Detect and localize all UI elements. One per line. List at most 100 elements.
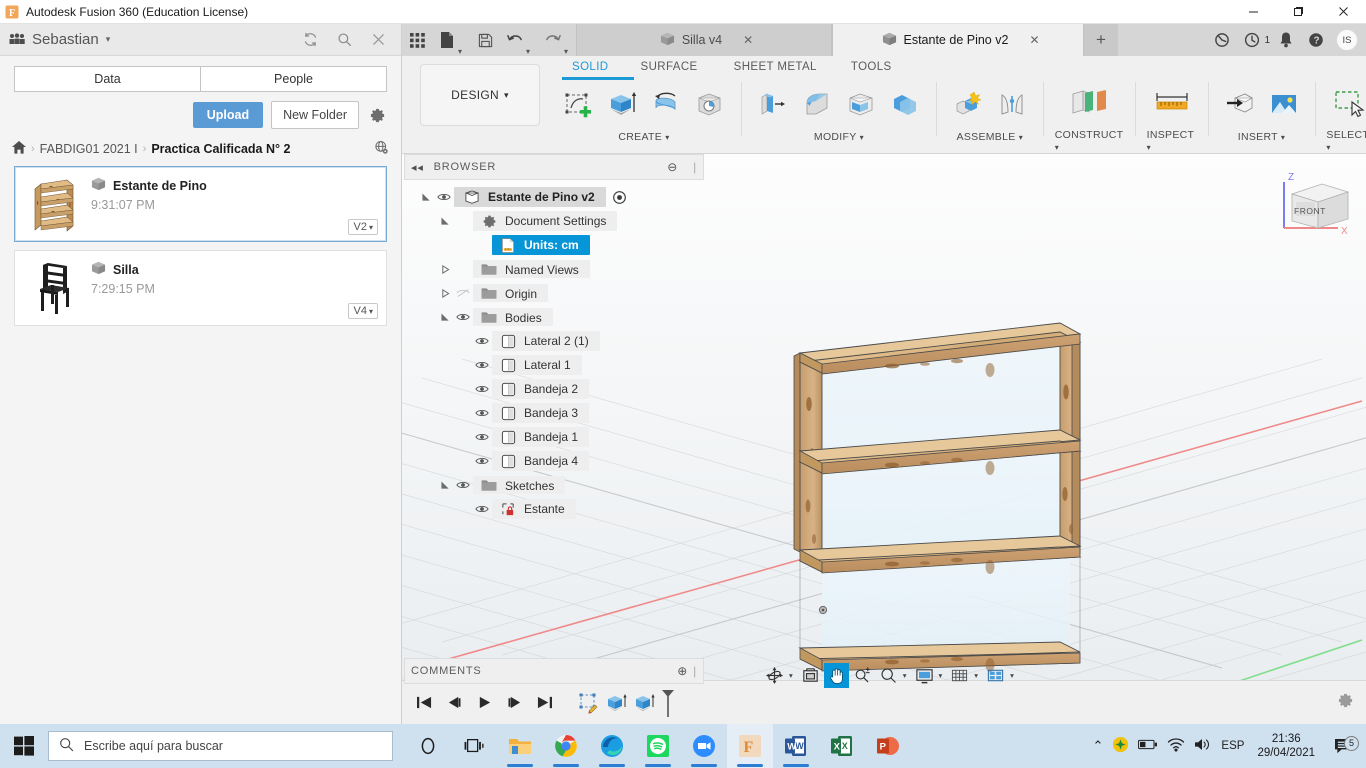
play-icon[interactable] xyxy=(470,689,498,717)
browser-tree-item-estante-de-pino-v2[interactable]: Estante de Pino v2 xyxy=(404,185,704,209)
extrude-icon[interactable] xyxy=(602,84,642,126)
expand-triangle-icon[interactable] xyxy=(437,312,453,322)
visibility-on-icon[interactable] xyxy=(472,384,492,394)
minimize-browser-icon[interactable]: ⊖ xyxy=(667,160,678,174)
gear-icon[interactable] xyxy=(367,107,387,124)
excel-icon[interactable]: X X xyxy=(819,724,865,768)
ribbon-group-label[interactable]: INSPECT ▾ xyxy=(1147,124,1197,153)
zoom-icon[interactable] xyxy=(850,663,875,688)
visibility-on-icon[interactable] xyxy=(472,360,492,370)
wifi-icon[interactable] xyxy=(1167,737,1185,755)
tab-data[interactable]: Data xyxy=(14,66,200,92)
taskbar-search[interactable]: Escribe aquí para buscar xyxy=(48,731,393,761)
comments-resize-grip[interactable]: | xyxy=(693,664,697,678)
collapse-triangle-icon[interactable] xyxy=(437,288,453,298)
job-status-icon[interactable] xyxy=(1208,24,1236,56)
cortana-icon[interactable] xyxy=(405,724,451,768)
look-at-icon[interactable] xyxy=(798,663,823,688)
close-icon[interactable]: ✕ xyxy=(1029,33,1039,47)
maximize-button[interactable] xyxy=(1276,0,1321,24)
browser-resize-grip[interactable]: | xyxy=(693,160,697,174)
browser-tree-item-bodies[interactable]: Bodies xyxy=(404,305,704,329)
spotify-icon[interactable] xyxy=(635,724,681,768)
display-settings-icon[interactable] xyxy=(912,663,937,688)
chevron-down-icon[interactable]: ▾ xyxy=(902,671,911,680)
new-document-tab-button[interactable]: + xyxy=(1084,24,1118,56)
visibility-on-icon[interactable] xyxy=(453,480,473,490)
revolve-icon[interactable] xyxy=(646,84,686,126)
view-cube[interactable]: Z X FRONT xyxy=(1272,166,1358,250)
team-name[interactable]: Sebastian xyxy=(28,31,99,48)
visibility-on-icon[interactable] xyxy=(472,504,492,514)
show-hidden-icons-icon[interactable]: ⌃ xyxy=(1093,738,1104,754)
volume-icon[interactable] xyxy=(1194,737,1212,755)
powerpoint-icon[interactable]: P xyxy=(865,724,911,768)
add-comment-icon[interactable]: ⊕ xyxy=(677,664,688,678)
browser-tree-item-named-views[interactable]: Named Views xyxy=(404,257,704,281)
go-to-end-icon[interactable] xyxy=(530,689,558,717)
chevron-down-icon[interactable]: ▾ xyxy=(973,671,982,680)
chevron-down-icon[interactable]: ▾ xyxy=(938,671,947,680)
windows-start-icon[interactable] xyxy=(0,724,48,768)
ribbon-tab-tools[interactable]: TOOLS xyxy=(841,61,902,73)
chevron-down-icon[interactable]: ▾ xyxy=(526,47,538,56)
viewports-icon[interactable] xyxy=(983,663,1008,688)
breadcrumb-current-folder[interactable]: Practica Calificada N° 2 xyxy=(151,142,290,156)
ribbon-group-label[interactable]: ASSEMBLE ▾ xyxy=(957,126,1024,143)
browser-tree-item-bandeja-3[interactable]: Bandeja 3 xyxy=(404,401,704,425)
expand-triangle-icon[interactable] xyxy=(437,480,453,490)
file-explorer-icon[interactable] xyxy=(497,724,543,768)
notification-center-icon[interactable]: 5 xyxy=(1328,735,1359,755)
combine-icon[interactable] xyxy=(885,84,925,126)
extrude-feature-icon[interactable] xyxy=(604,689,630,717)
browser-tree-item-bandeja-1[interactable]: Bandeja 1 xyxy=(404,425,704,449)
gear-icon[interactable] xyxy=(1337,692,1354,714)
workspace-switcher[interactable]: DESIGN ▾ xyxy=(420,64,540,126)
joint-icon[interactable] xyxy=(992,84,1032,126)
close-panel-icon[interactable] xyxy=(361,24,395,56)
close-icon[interactable]: ✕ xyxy=(743,33,753,47)
fusion360-icon[interactable]: F xyxy=(727,724,773,768)
visibility-on-icon[interactable] xyxy=(453,312,473,322)
taskbar-clock[interactable]: 21:36 29/04/2021 xyxy=(1253,732,1319,760)
activate-component-radio[interactable] xyxy=(612,189,628,205)
step-back-icon[interactable] xyxy=(440,689,468,717)
visibility-on-icon[interactable] xyxy=(472,432,492,442)
save-icon[interactable] xyxy=(470,24,500,56)
browser-tree-item-bandeja-4[interactable]: Bandeja 4 xyxy=(404,449,704,473)
browser-tree-item-document-settings[interactable]: Document Settings xyxy=(404,209,704,233)
ribbon-tab-solid[interactable]: SOLID xyxy=(558,61,631,73)
language-indicator[interactable]: ESP xyxy=(1221,740,1244,752)
chevron-down-icon[interactable]: ▾ xyxy=(106,34,111,45)
ribbon-group-label[interactable]: INSERT ▾ xyxy=(1238,126,1285,143)
new-folder-button[interactable]: New Folder xyxy=(271,101,359,129)
upload-button[interactable]: Upload xyxy=(192,102,264,128)
collapse-browser-icon[interactable]: ◂◂ xyxy=(411,161,424,174)
chevron-down-icon[interactable]: ▾ xyxy=(788,671,797,680)
tab-people[interactable]: People xyxy=(200,66,387,92)
select-window-icon[interactable] xyxy=(1326,82,1366,124)
measure-icon[interactable] xyxy=(1147,82,1197,124)
version-badge[interactable]: V4 ▾ xyxy=(347,303,378,319)
hole-icon[interactable] xyxy=(690,84,730,126)
expand-triangle-icon[interactable] xyxy=(418,192,434,202)
close-button[interactable] xyxy=(1321,0,1366,24)
search-icon[interactable] xyxy=(327,24,361,56)
chrome-icon[interactable] xyxy=(543,724,589,768)
file-item-silla[interactable]: Silla 7:29:15 PM V4 ▾ xyxy=(14,250,387,326)
step-forward-icon[interactable] xyxy=(500,689,528,717)
go-to-beginning-icon[interactable] xyxy=(410,689,438,717)
document-tab-estante-de-pino[interactable]: Estante de Pino v2 ✕ xyxy=(832,24,1084,56)
viewport-3d-canvas[interactable]: ◂◂ BROWSER ⊖ | Estante de Pino v2 Documen… xyxy=(402,154,1366,706)
pan-icon[interactable] xyxy=(823,663,849,688)
visibility-off-icon[interactable] xyxy=(453,288,473,298)
offset-plane-icon[interactable] xyxy=(1061,82,1117,124)
create-sketch-icon[interactable] xyxy=(558,84,598,126)
globe-icon[interactable] xyxy=(374,140,389,158)
grid-snaps-icon[interactable] xyxy=(947,663,972,688)
timeline-marker[interactable] xyxy=(660,688,676,718)
browser-tree-item-units-cm[interactable]: Units: cm xyxy=(404,233,704,257)
refresh-icon[interactable] xyxy=(293,24,327,56)
collapse-triangle-icon[interactable] xyxy=(437,264,453,274)
recent-documents-icon[interactable] xyxy=(1238,24,1266,56)
